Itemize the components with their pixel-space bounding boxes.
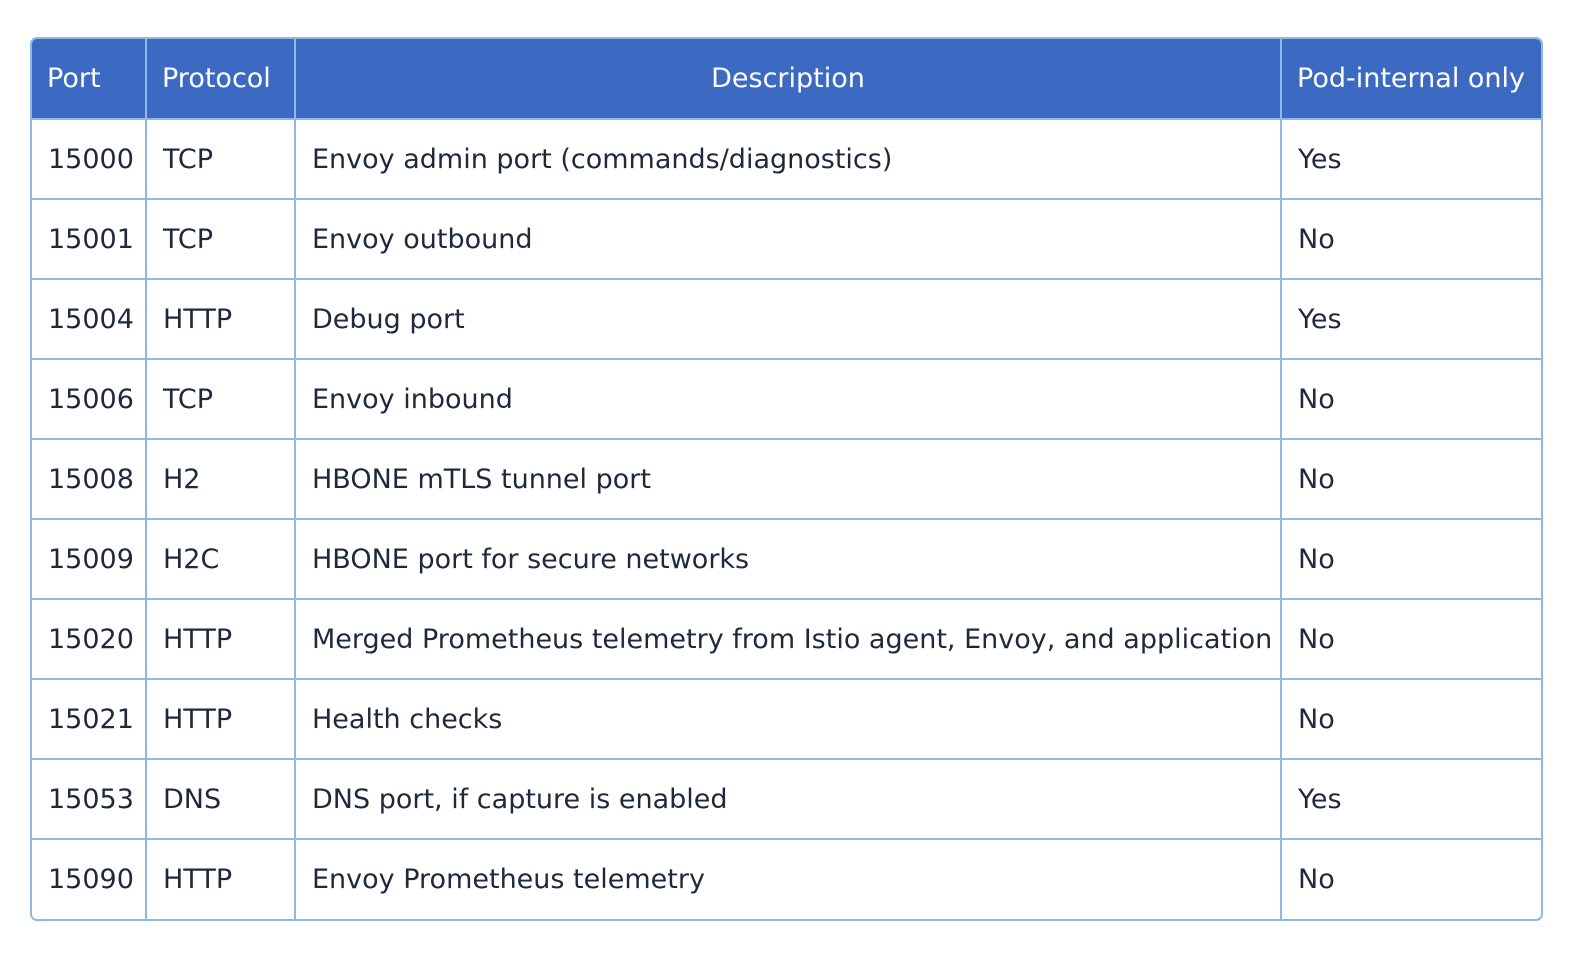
table-row: 15008 H2 HBONE mTLS tunnel port No (32, 438, 1541, 519)
pod-internal-cell: No (1281, 678, 1541, 759)
description-cell: Envoy Prometheus telemetry (295, 838, 1282, 919)
protocol-cell: TCP (146, 198, 296, 279)
pod-internal-cell: No (1281, 598, 1541, 679)
pod-internal-cell: No (1281, 198, 1541, 279)
description-cell: Envoy outbound (295, 198, 1282, 279)
table-row: 15006 TCP Envoy inbound No (32, 358, 1541, 439)
column-header-port: Port (32, 39, 147, 119)
table-row: 15001 TCP Envoy outbound No (32, 198, 1541, 279)
pod-internal-cell: No (1281, 518, 1541, 599)
description-cell: Envoy inbound (295, 358, 1282, 439)
port-cell: 15001 (32, 198, 147, 279)
protocol-cell: HTTP (146, 278, 296, 359)
port-cell: 15004 (32, 278, 147, 359)
description-cell: Merged Prometheus telemetry from Istio a… (295, 598, 1282, 679)
port-cell: 15000 (32, 118, 147, 199)
description-cell: Envoy admin port (commands/diagnostics) (295, 118, 1282, 199)
ports-table-container: Port Protocol Description Pod-internal o… (30, 37, 1543, 921)
column-header-pod-internal-only: Pod-internal only (1281, 39, 1541, 119)
table-row: 15021 HTTP Health checks No (32, 678, 1541, 759)
table-row: 15004 HTTP Debug port Yes (32, 278, 1541, 359)
protocol-cell: HTTP (146, 598, 296, 679)
column-header-description: Description (295, 39, 1282, 119)
port-cell: 15020 (32, 598, 147, 679)
protocol-cell: TCP (146, 118, 296, 199)
table-body: 15000 TCP Envoy admin port (commands/dia… (32, 118, 1541, 919)
pod-internal-cell: Yes (1281, 118, 1541, 199)
description-cell: Debug port (295, 278, 1282, 359)
description-cell: HBONE port for secure networks (295, 518, 1282, 599)
description-cell: HBONE mTLS tunnel port (295, 438, 1282, 519)
pod-internal-cell: Yes (1281, 278, 1541, 359)
protocol-cell: H2 (146, 438, 296, 519)
port-cell: 15006 (32, 358, 147, 439)
protocol-cell: H2C (146, 518, 296, 599)
protocol-cell: HTTP (146, 678, 296, 759)
table-row: 15009 H2C HBONE port for secure networks… (32, 518, 1541, 599)
pod-internal-cell: Yes (1281, 758, 1541, 839)
port-cell: 15053 (32, 758, 147, 839)
port-cell: 15008 (32, 438, 147, 519)
port-cell: 15021 (32, 678, 147, 759)
protocol-cell: HTTP (146, 838, 296, 919)
header-row: Port Protocol Description Pod-internal o… (32, 39, 1541, 119)
port-cell: 15009 (32, 518, 147, 599)
table-row: 15020 HTTP Merged Prometheus telemetry f… (32, 598, 1541, 679)
port-cell: 15090 (32, 838, 147, 919)
table-header: Port Protocol Description Pod-internal o… (32, 39, 1541, 119)
ports-table: Port Protocol Description Pod-internal o… (32, 39, 1541, 919)
description-cell: Health checks (295, 678, 1282, 759)
description-cell: DNS port, if capture is enabled (295, 758, 1282, 839)
protocol-cell: DNS (146, 758, 296, 839)
pod-internal-cell: No (1281, 438, 1541, 519)
table-row: 15053 DNS DNS port, if capture is enable… (32, 758, 1541, 839)
pod-internal-cell: No (1281, 358, 1541, 439)
column-header-protocol: Protocol (146, 39, 296, 119)
table-row: 15090 HTTP Envoy Prometheus telemetry No (32, 838, 1541, 919)
pod-internal-cell: No (1281, 838, 1541, 919)
protocol-cell: TCP (146, 358, 296, 439)
table-row: 15000 TCP Envoy admin port (commands/dia… (32, 118, 1541, 199)
